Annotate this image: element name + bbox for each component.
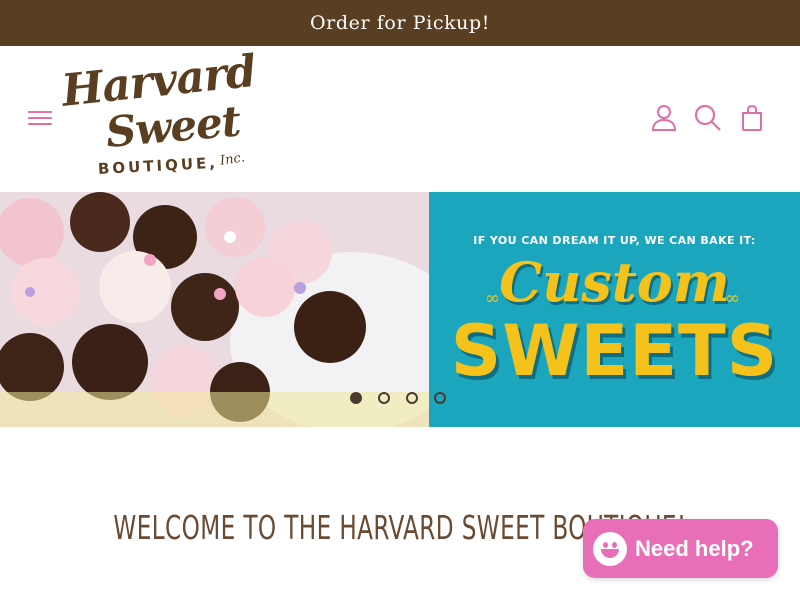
promo-tagline: IF YOU CAN DREAM IT UP, WE CAN BAKE IT: [473, 234, 756, 247]
logo-line-2: Sweet [103, 96, 242, 157]
slide-dot-3[interactable] [406, 392, 418, 404]
promo-big-title: SWEETS [450, 310, 779, 392]
site-header: Harvard Sweet BOUTIQUE, Inc. [0, 46, 800, 192]
announcement-text[interactable]: Order for Pickup! [310, 12, 490, 34]
account-icon[interactable] [648, 102, 680, 134]
flourish-right-icon: ∞ [725, 288, 740, 309]
promo-script-title: Custom [499, 250, 730, 314]
smiley-icon [593, 531, 627, 566]
slideshow-dots [350, 392, 446, 404]
hero-slideshow[interactable]: IF YOU CAN DREAM IT UP, WE CAN BAKE IT: … [0, 192, 800, 427]
cart-icon[interactable] [736, 102, 768, 134]
custom-sweets-banner[interactable]: IF YOU CAN DREAM IT UP, WE CAN BAKE IT: … [429, 192, 800, 427]
chat-button[interactable]: Need help? [583, 519, 778, 578]
search-icon[interactable] [692, 102, 724, 134]
site-logo[interactable]: Harvard Sweet BOUTIQUE, Inc. [58, 46, 264, 188]
chat-label: Need help? [635, 535, 754, 561]
menu-icon[interactable] [28, 106, 52, 130]
logo-line-3: BOUTIQUE, [97, 153, 219, 178]
announcement-bar: Order for Pickup! [0, 0, 800, 46]
slide-dot-4[interactable] [434, 392, 446, 404]
slide-dot-1[interactable] [350, 392, 362, 404]
slide-dot-2[interactable] [378, 392, 390, 404]
logo-line-4: Inc. [219, 150, 246, 169]
